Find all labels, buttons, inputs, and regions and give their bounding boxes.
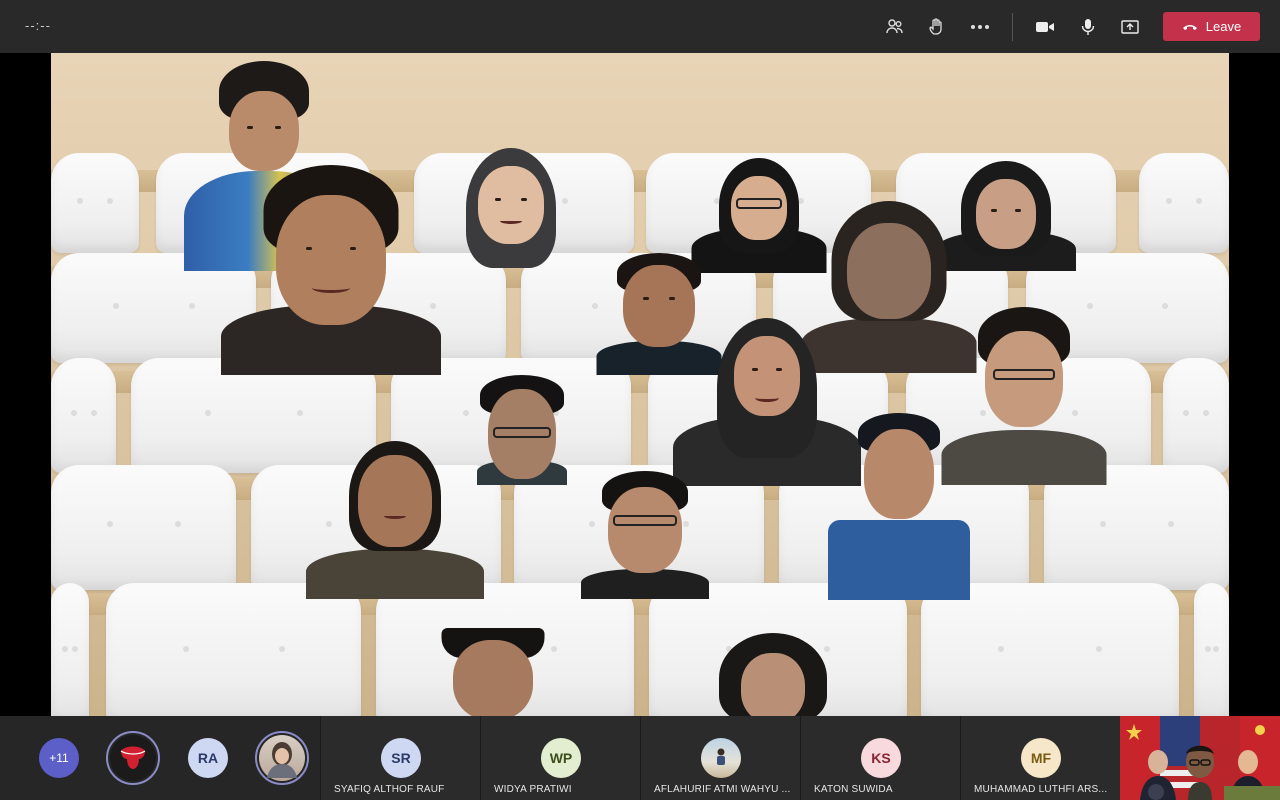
participant-video[interactable]: [456, 148, 566, 273]
participant-initials: KS: [861, 738, 901, 778]
participant-name: AFLAHURIF ATMI WAHYU ...: [654, 784, 791, 795]
hang-up-icon: [1182, 24, 1197, 30]
meeting-toolbar: --:-- Leave: [0, 0, 1280, 53]
overflow-participants-button[interactable]: +11: [39, 738, 79, 778]
participant-avatar[interactable]: RA: [188, 738, 228, 778]
participant-strip: +11 RA SR SYAFIQ ALTHOF RAUF WP WIDYA PR…: [0, 716, 1280, 800]
leave-button[interactable]: Leave: [1163, 12, 1260, 41]
participant-photo: [701, 738, 741, 778]
participant-tile[interactable]: MF MUHAMMAD LUTHFI ARS...: [960, 716, 1120, 800]
participant-video[interactable]: [221, 165, 441, 375]
auditorium-seat: [1163, 358, 1229, 473]
camera-icon: [1036, 22, 1054, 32]
auditorium-seat: [921, 583, 1179, 716]
participant-bubbles: +11 RA: [0, 716, 320, 800]
microphone-button[interactable]: [1073, 12, 1103, 42]
raise-hand-icon: [929, 18, 942, 35]
participant-video[interactable]: [441, 628, 544, 716]
more-options-icon: [971, 25, 989, 29]
participant-tile[interactable]: KS KATON SUWIDA: [800, 716, 960, 800]
auditorium-seat: [1194, 583, 1229, 716]
participant-video[interactable]: [719, 633, 827, 716]
more-options-button[interactable]: [965, 12, 995, 42]
participant-name: WIDYA PRATIWI: [494, 784, 572, 795]
auditorium-seat: [1139, 153, 1229, 253]
participant-video[interactable]: [581, 471, 709, 599]
profile-photo: [267, 742, 297, 778]
participant-tile[interactable]: SR SYAFIQ ALTHOF RAUF: [320, 716, 480, 800]
auditorium-seat: [51, 583, 89, 716]
self-video-tile[interactable]: [1120, 716, 1280, 800]
auditorium-seat: [51, 153, 139, 253]
share-screen-icon: [1121, 20, 1139, 34]
participant-initials: MF: [1021, 738, 1061, 778]
participant-video[interactable]: [477, 375, 567, 485]
participant-initials: SR: [381, 738, 421, 778]
participant-tile[interactable]: AFLAHURIF ATMI WAHYU ...: [640, 716, 800, 800]
participant-tile[interactable]: WP WIDYA PRATIWI: [480, 716, 640, 800]
microphone-icon: [1081, 19, 1095, 35]
together-mode-auditorium: [51, 53, 1229, 716]
participant-name: KATON SUWIDA: [814, 784, 893, 795]
share-screen-button[interactable]: [1115, 12, 1145, 42]
participants-button[interactable]: [880, 12, 910, 42]
participant-name: MUHAMMAD LUTHFI ARS...: [974, 784, 1108, 795]
participant-initials: WP: [541, 738, 581, 778]
camera-button[interactable]: [1030, 12, 1060, 42]
participant-name: SYAFIQ ALTHOF RAUF: [334, 784, 445, 795]
tongue-logo-icon: [120, 746, 146, 769]
leave-label: Leave: [1205, 19, 1242, 34]
participant-video[interactable]: [306, 441, 484, 599]
auditorium-seat: [51, 465, 236, 590]
participant-video[interactable]: [828, 413, 970, 600]
meeting-timer: --:--: [25, 18, 51, 33]
participant-avatar[interactable]: [255, 731, 309, 785]
participants-icon: [886, 19, 903, 34]
toolbar-divider: [1012, 13, 1013, 41]
auditorium-seat: [106, 583, 361, 716]
participant-avatar[interactable]: [106, 731, 160, 785]
raise-hand-button[interactable]: [922, 12, 952, 42]
auditorium-seat: [51, 358, 116, 473]
